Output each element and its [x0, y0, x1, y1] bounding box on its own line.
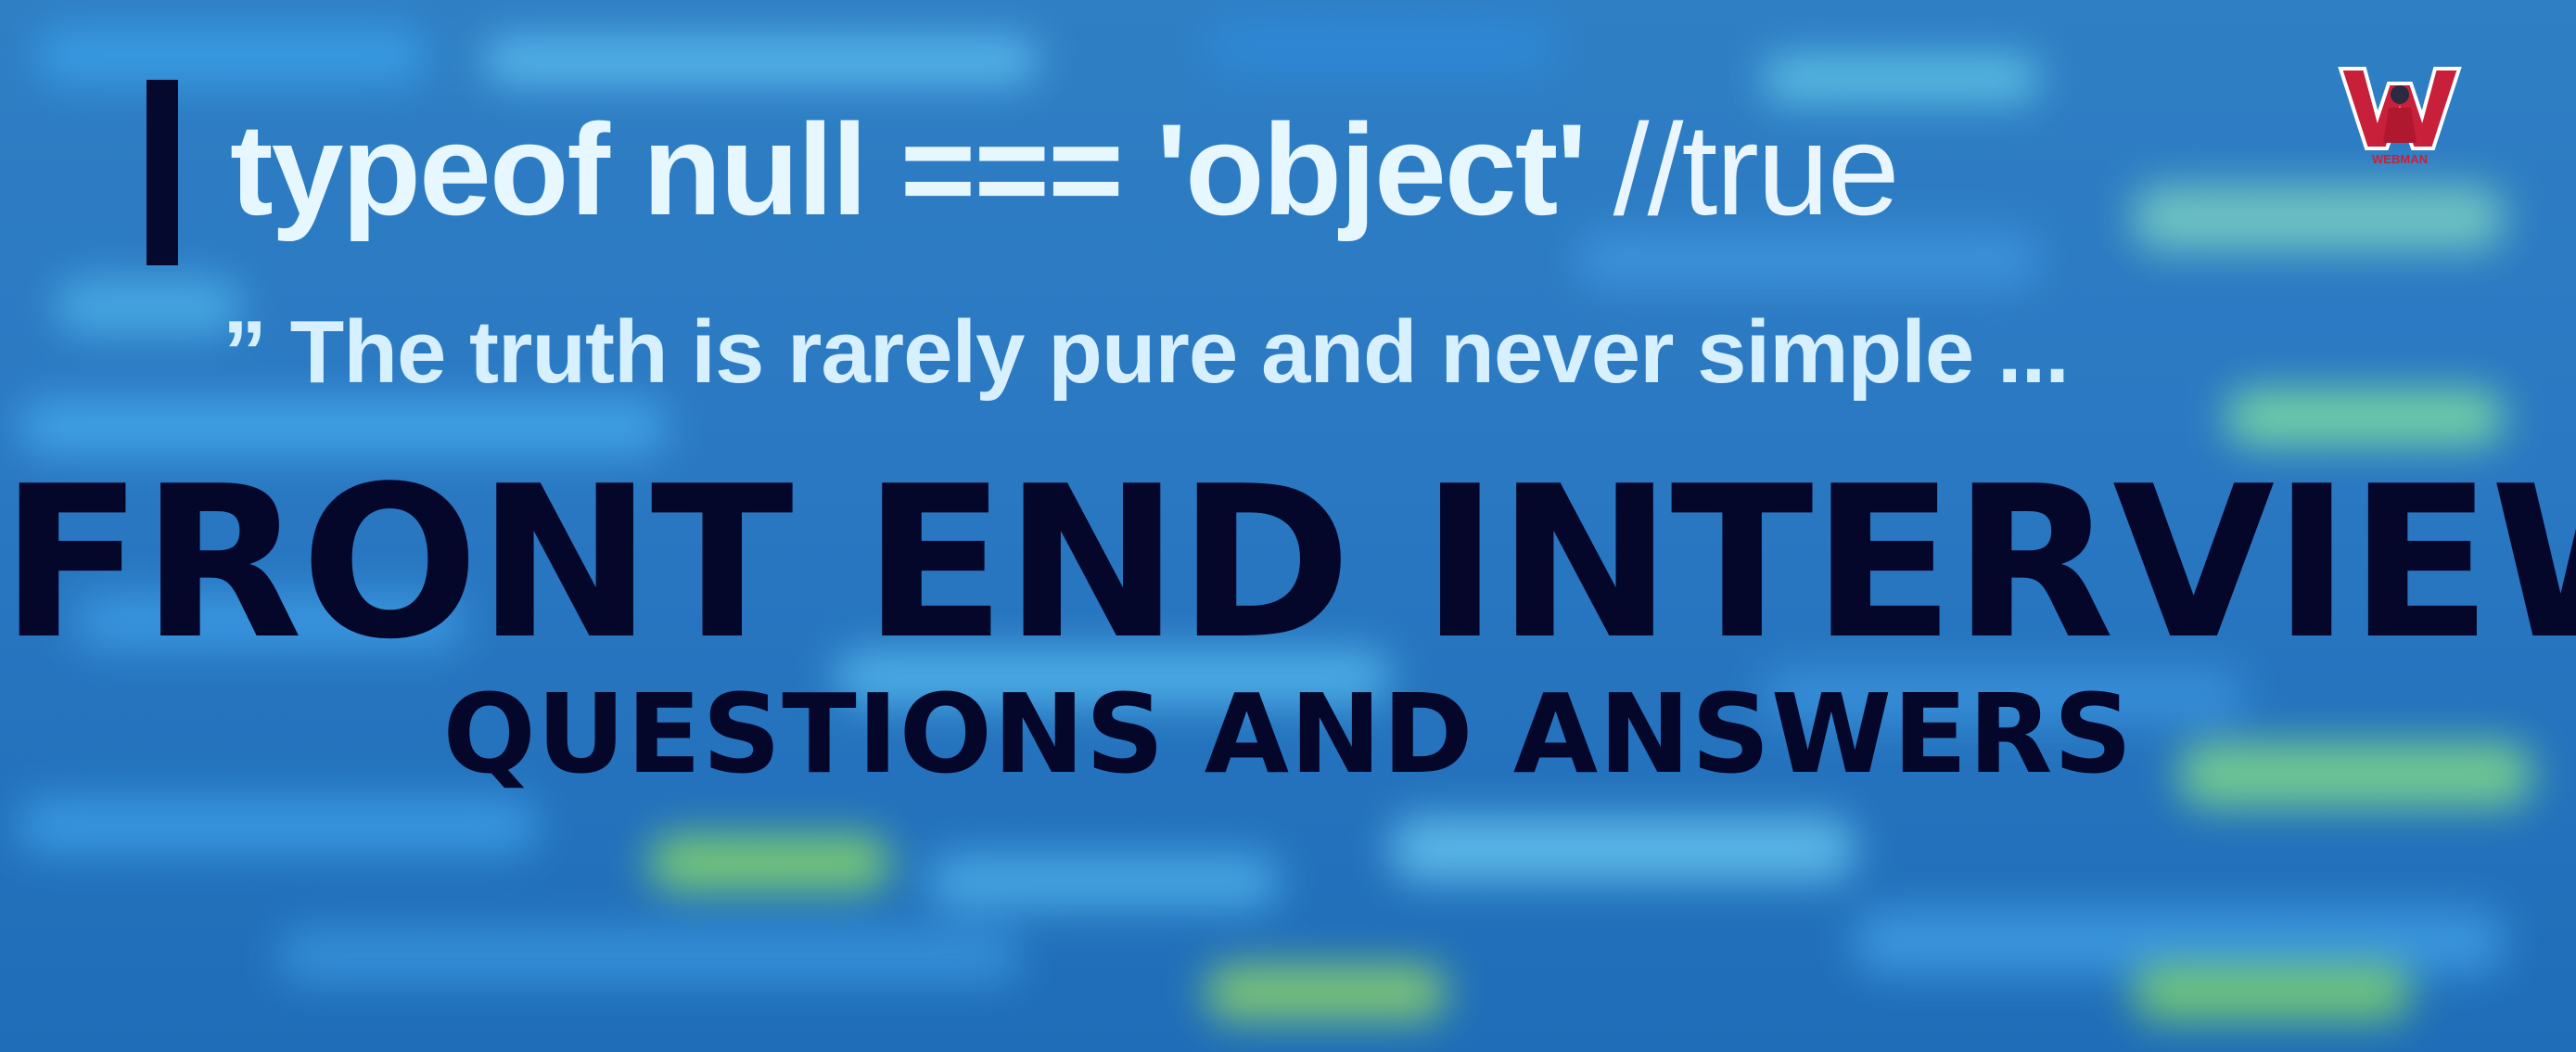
- quote-text: ” The truth is rarely pure and never sim…: [223, 302, 2070, 402]
- page-subtitle: QUESTIONS AND ANSWERS: [442, 670, 2134, 798]
- code-comment: //true: [1613, 96, 1900, 242]
- code-headline: typeof null === 'object'//true: [230, 100, 1900, 239]
- code-expression: typeof null === 'object': [230, 96, 1588, 242]
- webman-logo: WEBMAN: [2337, 63, 2463, 167]
- logo-wordmark: WEBMAN: [2372, 152, 2428, 166]
- banner: typeof null === 'object'//true ” The tru…: [0, 0, 2576, 1052]
- webman-logo-icon: WEBMAN: [2338, 67, 2462, 166]
- accent-bar: [147, 80, 178, 265]
- page-title: FRONT END INTERVIEW: [0, 442, 2576, 686]
